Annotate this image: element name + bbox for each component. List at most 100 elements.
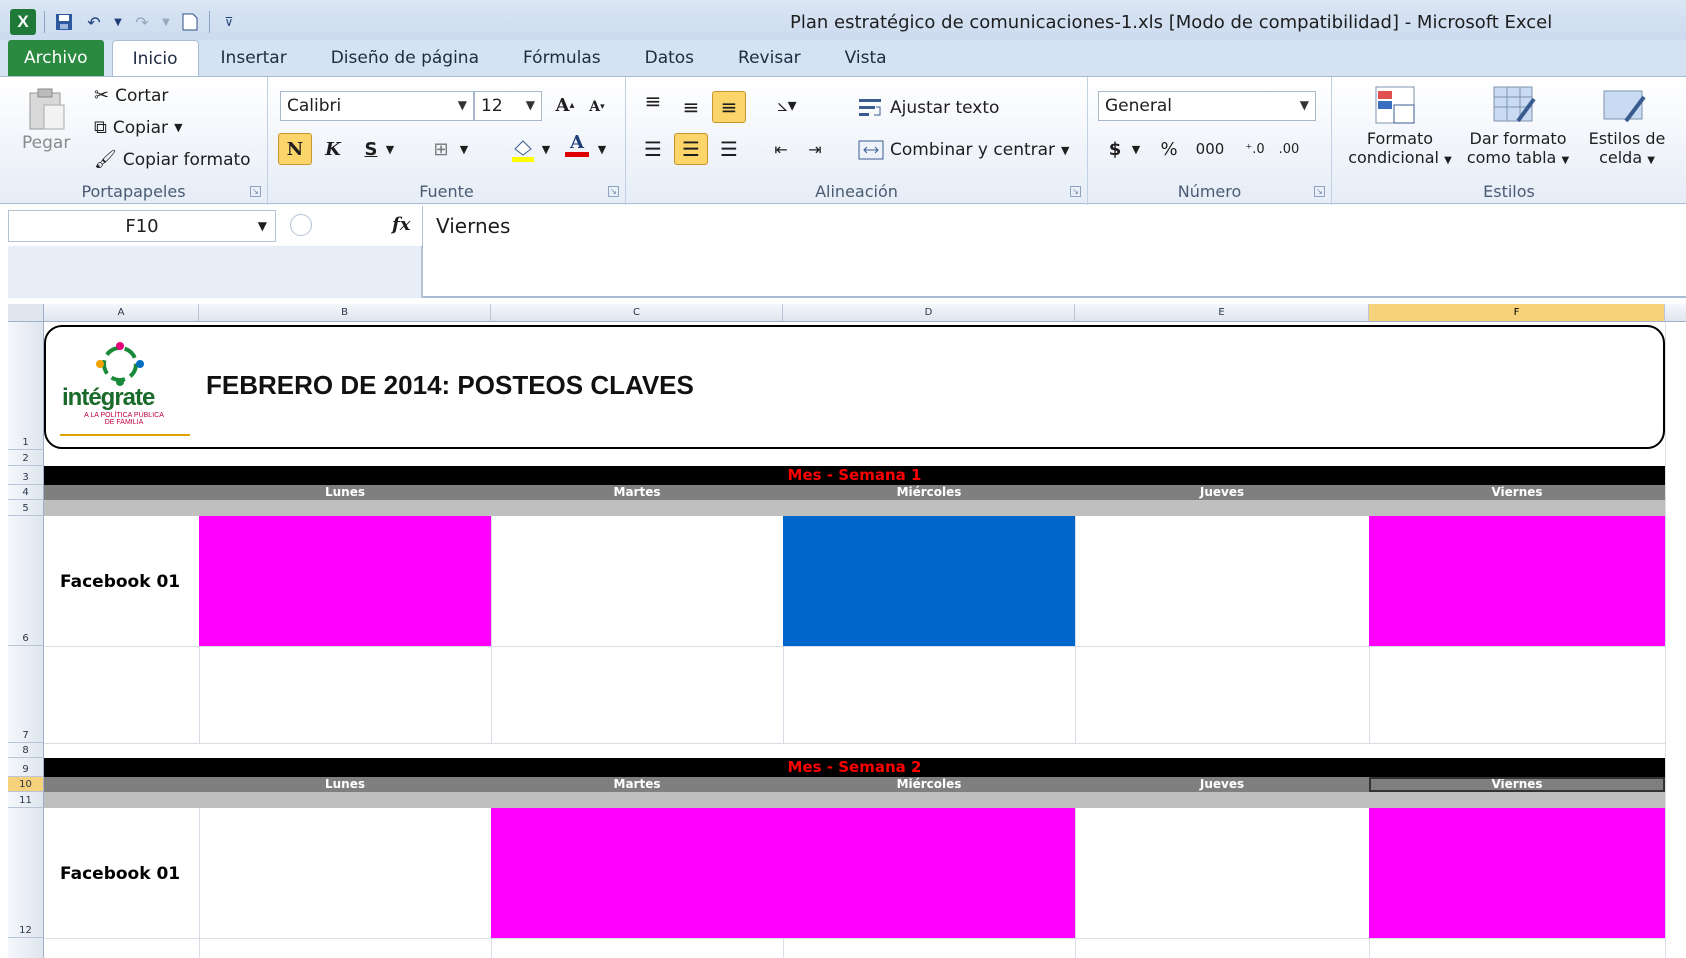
name-box[interactable]: F10 ▼ — [8, 210, 276, 242]
number-group-label: Número — [1177, 182, 1242, 201]
cut-button[interactable]: ✂ Cortar — [94, 85, 168, 106]
row-header-11[interactable]: 11 — [8, 792, 44, 808]
row-header-6[interactable]: 6 — [8, 516, 44, 646]
thousands-button[interactable]: 000 — [1190, 133, 1230, 165]
customize-toolbar-icon[interactable]: ⊽ — [218, 11, 240, 33]
bold-button[interactable]: N — [278, 133, 312, 165]
cell-f12[interactable] — [1369, 808, 1665, 938]
redo-dropdown-icon[interactable]: ▼ — [161, 11, 171, 33]
cell-d6[interactable] — [783, 516, 1075, 646]
shrink-font-icon[interactable]: A ▾ — [580, 91, 614, 123]
alignment-launcher-icon[interactable]: ↘ — [1070, 186, 1081, 197]
tab-archivo[interactable]: Archivo — [8, 40, 104, 76]
align-middle-icon[interactable]: ≡ — [674, 91, 708, 123]
column-header-e[interactable]: E — [1075, 304, 1369, 322]
borders-dropdown-icon[interactable]: ▼ — [454, 133, 474, 165]
conditional-format-label-line2: condicional ▼ — [1340, 148, 1460, 170]
cell-f6[interactable] — [1369, 516, 1665, 646]
align-left-icon[interactable]: ☰ — [636, 133, 670, 165]
column-header-f[interactable]: F — [1369, 304, 1665, 322]
column-header-next[interactable] — [1665, 304, 1686, 322]
format-painter-button[interactable]: 🖌 Copiar formato — [94, 149, 251, 170]
chevron-down-icon: ▼ — [1561, 155, 1570, 166]
tab-revisar[interactable]: Revisar — [716, 40, 823, 76]
tab-vista[interactable]: Vista — [823, 40, 909, 76]
increase-decimal-icon[interactable]: ⁺.0 — [1238, 133, 1272, 165]
align-bottom-icon[interactable]: ≡ — [712, 91, 746, 123]
cell-b6[interactable] — [199, 516, 491, 646]
tab-diseno-pagina[interactable]: Diseño de página — [309, 40, 501, 76]
row-header-7[interactable]: 7 — [8, 646, 44, 743]
align-center-icon[interactable]: ☰ — [674, 133, 708, 165]
selected-cell-f10[interactable]: Viernes — [1369, 777, 1665, 792]
number-launcher-icon[interactable]: ↘ — [1314, 186, 1325, 197]
format-as-table-button[interactable]: Dar formato como tabla ▼ — [1462, 129, 1574, 170]
insert-function-icon[interactable]: fx — [392, 214, 410, 235]
italic-button[interactable]: K — [316, 133, 350, 165]
wrap-text-button[interactable]: Ajustar texto — [858, 97, 999, 119]
undo-icon[interactable]: ↶ — [83, 11, 105, 33]
currency-dropdown-icon[interactable]: ▼ — [1126, 133, 1146, 165]
tab-inicio[interactable]: Inicio — [111, 40, 199, 76]
column-header-d[interactable]: D — [783, 304, 1075, 322]
column-header-c[interactable]: C — [491, 304, 783, 322]
cell-c12-d12[interactable] — [491, 808, 1075, 938]
gridline — [1665, 322, 1666, 958]
font-size-select[interactable]: 12 ▼ — [474, 91, 542, 121]
week1-row-label: Facebook 01 — [60, 572, 181, 592]
chevron-down-icon: ▼ — [525, 98, 535, 112]
excel-logo-icon[interactable]: X — [10, 9, 36, 35]
merge-center-button[interactable]: Combinar y centrar ▼ — [858, 139, 1070, 161]
select-all-corner[interactable] — [8, 304, 44, 322]
save-icon[interactable] — [53, 11, 75, 33]
separator — [209, 11, 210, 33]
number-format-select[interactable]: General ▼ — [1098, 91, 1316, 121]
paste-button[interactable]: Pegar — [22, 87, 70, 153]
tab-formulas[interactable]: Fórmulas — [501, 40, 623, 76]
font-launcher-icon[interactable]: ↘ — [608, 186, 619, 197]
cell-styles-button[interactable]: Estilos de celda ▼ — [1576, 129, 1678, 170]
grow-font-icon[interactable]: A ▴ — [548, 89, 582, 121]
new-document-icon[interactable] — [179, 11, 201, 33]
row-header-13[interactable] — [8, 938, 44, 958]
row-header-3[interactable]: 3 — [8, 466, 44, 485]
align-right-icon[interactable]: ☰ — [712, 133, 746, 165]
copy-button[interactable]: ⧉ Copiar ▼ — [94, 117, 183, 138]
borders-icon[interactable]: ⊞ — [424, 133, 458, 165]
clipboard-group: Pegar ✂ Cortar ⧉ Copiar ▼ 🖌 Copiar forma… — [0, 77, 268, 205]
clipboard-group-label: Portapapeles — [81, 182, 186, 201]
column-header-b[interactable]: B — [199, 304, 491, 322]
row-header-9[interactable]: 9 — [8, 758, 44, 777]
row-header-5[interactable]: 5 — [8, 500, 44, 516]
align-top-icon[interactable]: ≡ — [636, 85, 670, 117]
styles-group: Formato condicional ▼ Dar formato como t… — [1332, 77, 1686, 205]
fill-color-dropdown-icon[interactable]: ▼ — [536, 133, 556, 165]
row-header-10[interactable]: 10 — [8, 777, 44, 792]
underline-dropdown-icon[interactable]: ▼ — [380, 133, 400, 165]
fill-color-icon[interactable] — [506, 133, 540, 165]
conditional-format-button[interactable]: Formato condicional ▼ — [1340, 129, 1460, 170]
tab-datos[interactable]: Datos — [623, 40, 716, 76]
font-name-select[interactable]: Calibri ▼ — [280, 91, 474, 121]
clipboard-launcher-icon[interactable]: ↘ — [250, 186, 261, 197]
orientation-icon[interactable]: ⦣▾ — [764, 89, 810, 121]
percent-button[interactable]: % — [1152, 133, 1186, 165]
row-header-12[interactable]: 12 — [8, 808, 44, 938]
row-header-2[interactable]: 2 — [8, 450, 44, 466]
redo-icon[interactable]: ↷ — [131, 11, 153, 33]
font-color-dropdown-icon[interactable]: ▼ — [592, 133, 612, 165]
cell-styles-label-line2: celda ▼ — [1576, 148, 1678, 170]
decrease-decimal-icon[interactable]: .00 — [1272, 133, 1306, 165]
formula-cancel-icon[interactable] — [290, 214, 312, 236]
formula-input[interactable]: Viernes — [436, 214, 510, 238]
font-color-icon[interactable]: A — [560, 129, 594, 161]
undo-dropdown-icon[interactable]: ▼ — [113, 11, 123, 33]
row-header-4[interactable]: 4 — [8, 485, 44, 500]
tab-insertar[interactable]: Insertar — [199, 40, 309, 76]
column-header-a[interactable]: A — [44, 304, 199, 322]
row-header-1[interactable]: 1 — [8, 322, 44, 450]
format-as-table-icon — [1490, 85, 1538, 127]
increase-indent-icon[interactable]: ⇥ — [798, 133, 832, 165]
decrease-indent-icon[interactable]: ⇤ — [764, 133, 798, 165]
row-header-8[interactable]: 8 — [8, 743, 44, 758]
